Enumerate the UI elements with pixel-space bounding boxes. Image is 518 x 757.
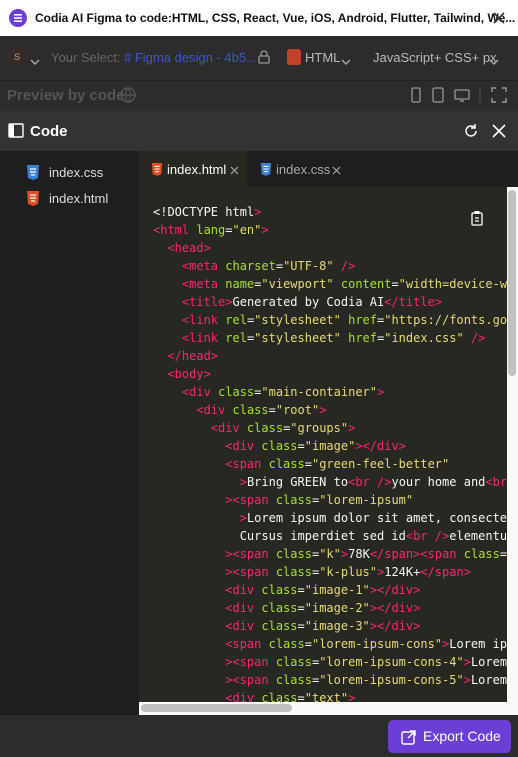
html-file-icon: [27, 191, 39, 206]
html5-icon: [287, 49, 301, 65]
code-line: <head>: [167, 241, 211, 255]
code-line: >Lorem ipsum dolor sit amet, consecte: [239, 511, 508, 525]
code-panel-header: [0, 111, 518, 151]
chevron-down-icon[interactable]: [341, 53, 351, 65]
window-title: Codia AI Figma to code:HTML, CSS, React,…: [35, 11, 516, 25]
css-file-icon: [27, 165, 39, 180]
code-line: <html lang="en">: [153, 223, 269, 237]
mobile-view-icon[interactable]: [409, 87, 423, 103]
vertical-scrollbar-thumb[interactable]: [508, 190, 516, 376]
code-line: ><span class="k-plus">124K+</span>: [225, 565, 471, 579]
refresh-icon[interactable]: [463, 123, 479, 139]
code-line: ><span class="lorem-ipsum-cons-4">Lorem: [225, 655, 508, 669]
sidebar-file-index-html[interactable]: index.html: [26, 189, 108, 207]
code-line: <link rel="stylesheet" href="index.css" …: [181, 331, 486, 345]
tablet-view-icon[interactable]: [431, 87, 445, 103]
tab-index-html[interactable]: index.html: [139, 151, 247, 187]
css-file-icon: [260, 163, 272, 176]
code-line: <div class="image"></div>: [225, 439, 406, 453]
title-bar: Codia AI Figma to code:HTML, CSS, React,…: [0, 0, 518, 36]
file-name: index.html: [49, 191, 109, 206]
code-panel-title: Code: [30, 123, 68, 140]
html-file-icon: [151, 163, 163, 176]
close-tab-icon[interactable]: [230, 166, 239, 175]
code-line: <div class="main-container">: [181, 385, 385, 399]
code-line: <div class="image-3"></div>: [225, 619, 421, 633]
code-line: <div class="image-2"></div>: [225, 601, 421, 615]
code-line: </head>: [167, 349, 219, 363]
sidebar-toggle-icon[interactable]: [8, 123, 24, 138]
code-line: <title>Generated by Codia AI</title>: [181, 295, 443, 309]
code-line: <span class="green-feel-better": [225, 457, 450, 471]
code-line: <meta name="viewport" content="width=dev…: [181, 277, 508, 291]
language-select[interactable]: HTML: [305, 50, 340, 65]
code-line: >Bring GREEN to<br />your home and<br: [239, 475, 508, 489]
your-select-label: Your Select:: [51, 50, 121, 65]
code-line: Cursus imperdiet sed id<br />elementu: [153, 529, 508, 543]
copy-icon[interactable]: [470, 210, 484, 226]
figma-design-link[interactable]: # Figma design - 4b5...: [124, 50, 257, 65]
close-window-icon[interactable]: [490, 9, 508, 27]
code-line: <!DOCTYPE html>: [153, 205, 262, 219]
code-line: <div class="root">: [196, 403, 327, 417]
code-line: <span class="lorem-ipsum-cons">Lorem ip: [225, 637, 508, 651]
export-code-button[interactable]: Export Code: [388, 720, 511, 753]
codia-logo-icon: [9, 9, 27, 27]
sidebar-file-index-css[interactable]: index.css: [26, 163, 103, 181]
horizontal-scrollbar-thumb[interactable]: [141, 704, 292, 712]
file-name: index.css: [49, 165, 104, 180]
user-avatar[interactable]: S: [8, 48, 26, 66]
code-line: <link rel="stylesheet" href="https://fon…: [181, 313, 508, 327]
framework-select[interactable]: JavaScript+ CSS+ px: [373, 50, 497, 65]
code-line: ><span class="lorem-ipsum": [225, 493, 414, 507]
code-line: ><span class="k">78K</span><span class=: [225, 547, 508, 561]
lock-icon[interactable]: [257, 49, 271, 65]
chevron-down-icon[interactable]: [489, 53, 499, 65]
code-line: ><span class="lorem-ipsum-cons-5">Lorem: [225, 673, 508, 687]
globe-gear-icon[interactable]: [119, 86, 137, 104]
desktop-view-icon[interactable]: [454, 87, 470, 103]
code-line: <div class="image-1"></div>: [225, 583, 421, 597]
chevron-down-icon[interactable]: [30, 53, 40, 65]
tab-label: index.css: [276, 162, 331, 177]
tab-label: index.html: [167, 162, 227, 177]
tab-index-css[interactable]: index.css: [248, 151, 356, 187]
export-code-label: Export Code: [423, 728, 501, 744]
code-editor[interactable]: <!DOCTYPE html> <html lang="en"> <head> <…: [139, 187, 518, 715]
fullscreen-icon[interactable]: [491, 87, 507, 103]
code-line: <div class="groups">: [210, 421, 356, 435]
close-panel-icon[interactable]: [491, 123, 507, 139]
code-line: <meta charset="UTF-8" />: [181, 259, 356, 273]
close-tab-icon[interactable]: [332, 166, 341, 175]
file-sidebar: [0, 151, 139, 715]
preview-by-code-label: Preview by code: [7, 87, 125, 104]
export-icon: [401, 730, 416, 745]
code-content: <!DOCTYPE html> <html lang="en"> <head> <…: [153, 203, 507, 707]
code-line: <body>: [167, 367, 211, 381]
divider: [478, 87, 482, 103]
